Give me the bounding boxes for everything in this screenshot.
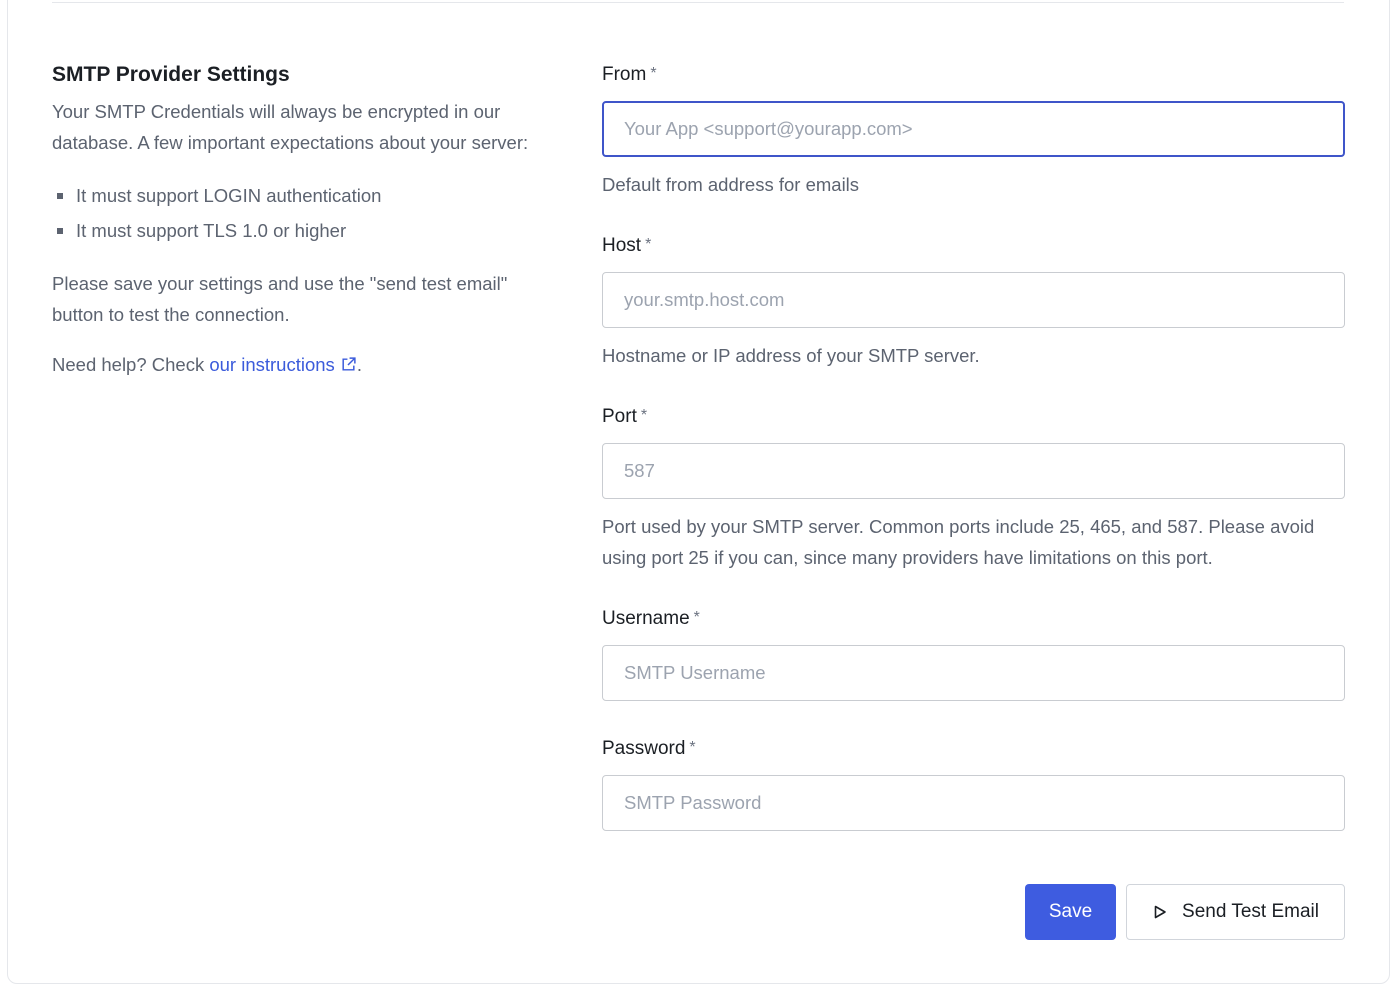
port-field-group: Port* Port used by your SMTP server. Com… <box>602 404 1345 573</box>
instructions-link[interactable]: our instructions <box>209 354 356 375</box>
from-field-group: From* Default from address for emails <box>602 62 1345 200</box>
port-input[interactable] <box>602 443 1345 499</box>
host-field-group: Host* Hostname or IP address of your SMT… <box>602 233 1345 371</box>
requirement-item: It must support LOGIN authentication <box>52 178 532 213</box>
help-text: Need help? Check our instructions. <box>52 354 362 375</box>
top-divider <box>52 2 1344 3</box>
username-label: Username * <box>602 608 700 629</box>
requirement-item: It must support TLS 1.0 or higher <box>52 213 532 248</box>
play-icon <box>1154 905 1166 919</box>
smtp-description-panel: SMTP Provider Settings Your SMTP Credent… <box>52 60 532 380</box>
requirements-list: It must support LOGIN authentication It … <box>52 178 532 248</box>
port-hint: Port used by your SMTP server. Common po… <box>602 516 1315 568</box>
from-hint: Default from address for emails <box>602 174 860 195</box>
section-lead: Your SMTP Credentials will always be enc… <box>52 101 529 153</box>
username-field-group: Username * <box>602 606 1345 701</box>
password-field-group: Password * <box>602 736 1345 831</box>
password-label: Password * <box>602 738 696 759</box>
host-input[interactable] <box>602 272 1345 328</box>
from-input[interactable] <box>602 101 1345 157</box>
from-label: From * <box>602 64 657 85</box>
bullet-icon <box>57 193 63 199</box>
username-input[interactable] <box>602 645 1345 701</box>
bullet-icon <box>57 228 63 234</box>
port-label: Port * <box>602 406 648 427</box>
section-title: SMTP Provider Settings <box>52 63 290 86</box>
external-link-icon <box>342 357 356 371</box>
save-button[interactable]: Save <box>1025 884 1116 940</box>
host-label: Host * <box>602 235 652 256</box>
test-connection-note: Please save your settings and use the "s… <box>52 273 508 325</box>
password-input[interactable] <box>602 775 1345 831</box>
host-hint: Hostname or IP address of your SMTP serv… <box>602 345 980 366</box>
send-test-email-button[interactable]: Send Test Email <box>1126 884 1345 940</box>
